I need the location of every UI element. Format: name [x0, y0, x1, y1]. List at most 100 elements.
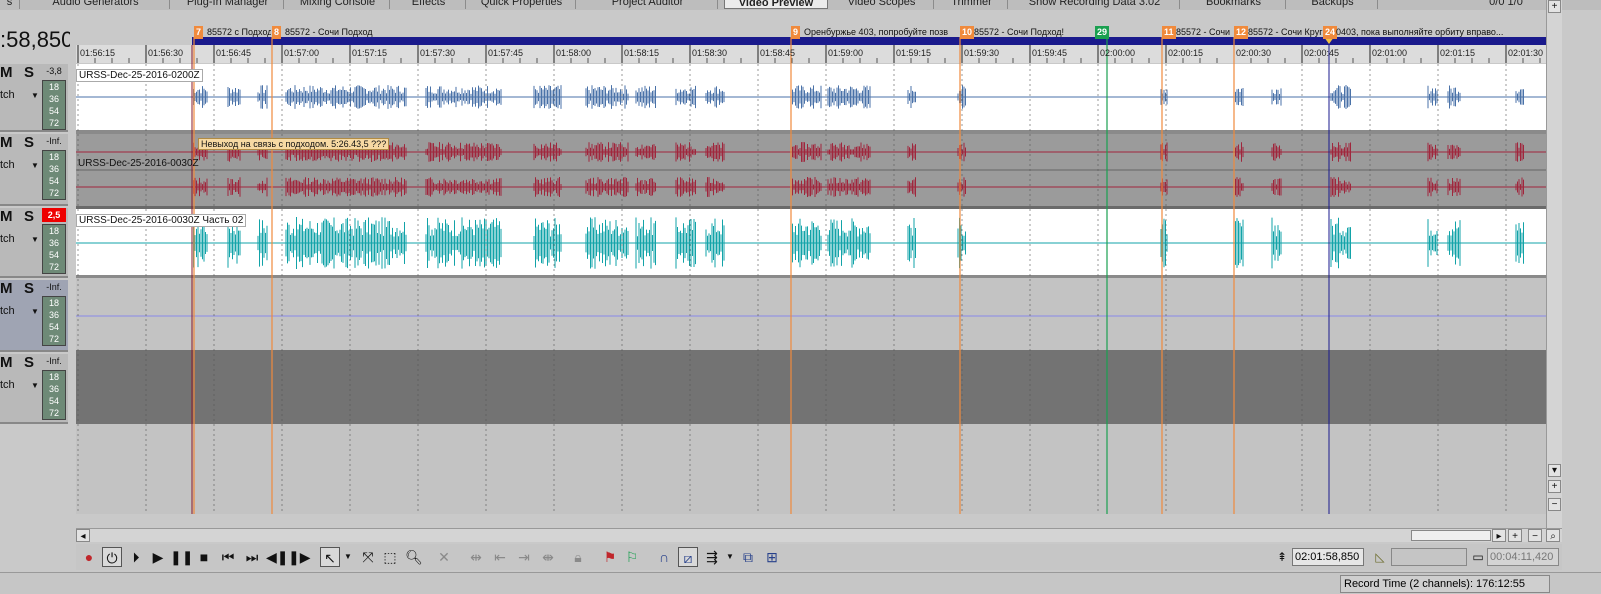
insert-marker-icon[interactable]: ⚑ [600, 547, 620, 567]
tab-trimmer[interactable]: Trimmer [936, 0, 1008, 9]
trim-end-icon[interactable]: ⇥ [514, 547, 534, 567]
selection-tool-icon[interactable]: ⬚ [380, 547, 400, 567]
marker-24-label[interactable]: 0403, пока выполняйте орбиту вправо... [1336, 26, 1503, 38]
track-header-5[interactable]: M S -Inf. tch ▼ 18 36 54 72 [0, 354, 68, 424]
marker-12-flag[interactable]: 12 [1234, 26, 1249, 39]
zoom-out-icon[interactable]: − [1548, 498, 1561, 511]
zoom-tool-icon[interactable]: 🔍︎ [404, 547, 424, 567]
marker-11-label[interactable]: 85572 - Сочи [1176, 26, 1232, 38]
zoom-out-time-icon[interactable]: − [1528, 529, 1542, 542]
marker-9-flag[interactable]: 9 [791, 26, 801, 39]
clip-label-2[interactable]: URSS-Dec-25-2016-0030Z [76, 158, 201, 169]
horizontal-scrollbar[interactable]: ◂ ▸ + − ⌕ [76, 528, 1562, 542]
marker-10-flag[interactable]: 10 [960, 26, 975, 39]
length-time-field[interactable]: 00:04:11,420 [1487, 548, 1559, 566]
chevron-down-icon[interactable]: ▼ [338, 547, 358, 567]
zoom-in-icon[interactable]: + [1548, 480, 1561, 493]
tab-mixing-console[interactable]: Mixing Console [286, 0, 390, 9]
tab-effects[interactable]: Effects [392, 0, 466, 9]
play-from-start-icon[interactable]: ⏵ [126, 547, 146, 567]
zoom-icon[interactable]: + [1548, 0, 1561, 13]
solo-button[interactable]: S [24, 280, 34, 297]
tab-plug-in-manager[interactable]: Plug-In Manager [172, 0, 284, 9]
vertical-scrollbar[interactable]: + ▾ + − [1546, 0, 1562, 528]
volume-readout[interactable]: -Inf. [42, 280, 66, 294]
ignore-grouping-icon[interactable]: ⊞ [762, 547, 782, 567]
snapping-icon[interactable]: ∩ [654, 547, 674, 567]
chevron-down-icon[interactable]: ▼ [31, 235, 39, 244]
time-display[interactable]: :58,850 [0, 24, 70, 56]
mute-button[interactable]: M [0, 354, 13, 371]
scroll-thumb[interactable] [1411, 530, 1491, 541]
marker-29-flag[interactable]: 29 [1095, 26, 1110, 39]
track-header-1[interactable]: M S -3,8 tch ▼ 18 36 54 72 [0, 64, 68, 132]
trim-icon[interactable]: ⇹ [466, 547, 486, 567]
scroll-left-icon[interactable]: ◂ [76, 529, 90, 542]
solo-button[interactable]: S [24, 64, 34, 81]
clip-label-3[interactable]: URSS-Dec-25-2016-0030Z Часть 02 [76, 214, 247, 227]
magnify-icon[interactable]: ⌕ [1546, 529, 1560, 542]
chevron-down-icon[interactable]: ▼ [31, 381, 39, 390]
marker-9-label[interactable]: Оренбуржье 403, попробуйте позв [804, 26, 960, 38]
record-icon[interactable]: ● [79, 547, 99, 567]
marker-12-label[interactable]: 85572 - Сочи Круг! [1248, 26, 1324, 38]
solo-button[interactable]: S [24, 354, 34, 371]
track-header-2[interactable]: M S -Inf. tch ▼ 18 36 54 72 [0, 134, 68, 206]
tab-bookmarks[interactable]: Bookmarks [1182, 0, 1286, 9]
tab-project-auditor[interactable]: Project Auditor [578, 0, 718, 9]
tab-video-scopes[interactable]: Video Scopes [830, 0, 934, 9]
volume-readout[interactable]: -Inf. [42, 354, 66, 368]
mute-button[interactable]: M [0, 64, 13, 81]
touch-mode-label[interactable]: tch [0, 379, 15, 391]
stop-icon[interactable]: ■ [194, 547, 214, 567]
scroll-right-icon[interactable]: ▸ [1492, 529, 1506, 542]
touch-mode-label[interactable]: tch [0, 233, 15, 245]
chevron-down-icon[interactable]: ▼ [31, 161, 39, 170]
lock-envelopes-icon[interactable]: ⧉ [738, 547, 758, 567]
marker-7-label[interactable]: 85572 с Подход [207, 26, 271, 38]
pause-icon[interactable]: ❚❚ [170, 547, 193, 567]
track-header-4[interactable]: M S -Inf. tch ▼ 18 36 54 72 [0, 280, 68, 352]
zoom-in-time-icon[interactable]: + [1508, 529, 1522, 542]
volume-readout[interactable]: -Inf. [42, 134, 66, 148]
previous-frame-icon[interactable]: ◀❚ [266, 547, 289, 567]
solo-button[interactable]: S [24, 208, 34, 225]
selection-field[interactable] [1391, 548, 1467, 566]
touch-mode-label[interactable]: tch [0, 159, 15, 171]
tab-backups[interactable]: Backups [1288, 0, 1378, 9]
timeline-canvas[interactable] [76, 24, 1546, 514]
marker-10-label[interactable]: 85572 - Сочи Подход! [974, 26, 1064, 38]
auto-crossfade-icon[interactable]: ⧄ [678, 547, 698, 567]
marker-11-flag[interactable]: 11 [1162, 26, 1176, 39]
insert-region-icon[interactable]: ⚐ [622, 547, 642, 567]
lock-icon[interactable]: 🔒︎ [568, 547, 588, 567]
go-to-start-icon[interactable]: ⏮ [218, 547, 238, 567]
envelope-tool-icon[interactable]: ⤧ [358, 547, 378, 567]
clip-label-1[interactable]: URSS-Dec-25-2016-0200Z [76, 69, 203, 82]
marker-7-flag[interactable]: 7 [194, 26, 204, 39]
trim-start-icon[interactable]: ⇤ [490, 547, 510, 567]
marker-8-label[interactable]: 85572 - Сочи Подход [285, 26, 373, 38]
play-icon[interactable]: ▶ [148, 547, 168, 567]
touch-mode-label[interactable]: tch [0, 305, 15, 317]
tab-video-preview[interactable]: Video Preview [724, 0, 828, 9]
marker-24-flag[interactable]: 24 [1323, 26, 1338, 39]
chevron-down-icon[interactable]: ▼ [31, 307, 39, 316]
cursor-time-field[interactable]: 02:01:58,850 [1292, 548, 1364, 566]
normal-edit-tool-icon[interactable]: ↖ [320, 547, 340, 567]
tab-audio-generators[interactable]: Audio Generators [22, 0, 170, 9]
split-icon[interactable]: ⇼ [538, 547, 558, 567]
timeline-area[interactable]: 7 85572 с Подход 8 85572 - Сочи Подход 9… [76, 24, 1546, 514]
tab-s[interactable]: s [0, 0, 20, 9]
touch-mode-label[interactable]: tch [0, 89, 15, 101]
mute-button[interactable]: M [0, 134, 13, 151]
mute-button[interactable]: M [0, 208, 13, 225]
volume-readout[interactable]: 2,5 [42, 208, 66, 222]
next-frame-icon[interactable]: ❚▶ [288, 547, 311, 567]
tab-show-recording-data[interactable]: Show Recording Data 3.02 [1010, 0, 1180, 9]
loop-icon[interactable]: ⏻ [102, 547, 122, 567]
mute-button[interactable]: M [0, 280, 13, 297]
marker-8-flag[interactable]: 8 [272, 26, 282, 39]
chevron-down-icon[interactable]: ▼ [31, 91, 39, 100]
volume-readout[interactable]: -3,8 [42, 64, 66, 78]
